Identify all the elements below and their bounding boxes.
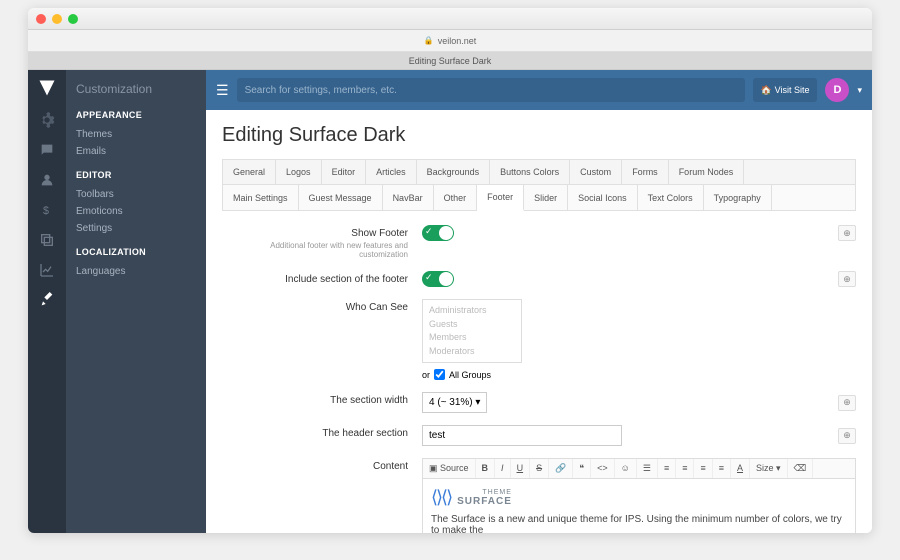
tab[interactable]: Editor [322, 160, 367, 184]
minimize-window-button[interactable] [52, 14, 62, 24]
plus-button[interactable]: ⊕ [838, 271, 856, 287]
surface-logo: ⟨⟩⟨⟩ THEMESURFACE [431, 487, 512, 508]
search-input[interactable] [237, 78, 745, 102]
sidebar-heading: APPEARANCE [76, 110, 196, 120]
rich-text-editor: ▣ Source B I U S 🔗 ❝ <> ☺ ☰ [422, 458, 856, 533]
list-ul-button[interactable]: ☰ [637, 459, 658, 478]
align-right-button[interactable]: ≡ [713, 459, 731, 478]
sidebar-item[interactable]: Emails [76, 143, 196, 160]
font-color-button[interactable]: A [731, 459, 750, 478]
content-text: The Surface is a new and unique theme fo… [431, 514, 847, 533]
underline-button[interactable]: U [511, 459, 531, 478]
avatar[interactable]: D [825, 78, 849, 102]
subtab[interactable]: Main Settings [223, 185, 299, 210]
plus-button[interactable]: ⊕ [838, 225, 856, 241]
align-left-button[interactable]: ≡ [676, 459, 694, 478]
subtab[interactable]: Other [434, 185, 478, 210]
subtab[interactable]: Social Icons [568, 185, 638, 210]
header-section-label: The header section [222, 428, 408, 439]
chevron-down-icon[interactable]: ▾ [857, 85, 862, 96]
lock-icon: 🔒 [424, 36, 434, 45]
top-bar: ☰ 🏠 Visit Site D ▾ [206, 70, 872, 110]
code-button[interactable]: <> [591, 459, 615, 478]
source-button[interactable]: ▣ Source [423, 459, 476, 478]
tab[interactable]: Backgrounds [417, 160, 491, 184]
tab[interactable]: Articles [366, 160, 417, 184]
tab[interactable]: Buttons Colors [490, 160, 570, 184]
emoji-button[interactable]: ☺ [615, 459, 637, 478]
bold-button[interactable]: B [476, 459, 496, 478]
show-footer-label: Show Footer [222, 228, 408, 239]
italic-button[interactable]: I [495, 459, 511, 478]
sidebar-item[interactable]: Languages [76, 263, 196, 280]
tab[interactable]: Custom [570, 160, 622, 184]
close-window-button[interactable] [36, 14, 46, 24]
sidebar-item[interactable]: Toolbars [76, 186, 196, 203]
visit-site-button[interactable]: 🏠 Visit Site [753, 78, 818, 102]
header-section-input[interactable] [422, 425, 622, 446]
sidebar-heading: LOCALIZATION [76, 247, 196, 257]
plus-button[interactable]: ⊕ [838, 395, 856, 411]
clear-button[interactable]: ⌫ [788, 459, 814, 478]
show-footer-toggle[interactable] [422, 225, 454, 241]
url-text: veilon.net [438, 36, 477, 46]
align-center-button[interactable]: ≡ [694, 459, 712, 478]
sidebar-item[interactable]: Emoticons [76, 203, 196, 220]
subtab[interactable]: Typography [704, 185, 772, 210]
tab-row-2: Main SettingsGuest MessageNavBarOtherFoo… [222, 185, 856, 211]
section-width-select[interactable]: 4 (~ 31%) ▾ [422, 392, 487, 413]
subtab[interactable]: Footer [477, 185, 524, 211]
maximize-window-button[interactable] [68, 14, 78, 24]
tab[interactable]: General [223, 160, 276, 184]
or-text: or [422, 370, 430, 380]
browser-tab[interactable]: Editing Surface Dark [28, 52, 872, 70]
link-button[interactable]: 🔗 [549, 459, 573, 478]
settings-sidebar: Customization APPEARANCE ThemesEmails EDIT… [66, 70, 206, 533]
tab[interactable]: Forum Nodes [669, 160, 745, 184]
all-groups-checkbox[interactable] [434, 369, 445, 380]
icon-rail: $ [28, 70, 66, 533]
svg-text:$: $ [43, 205, 49, 217]
chat-icon[interactable] [39, 142, 55, 158]
mac-titlebar [28, 8, 872, 30]
section-width-label: The section width [222, 395, 408, 406]
tab[interactable]: Logos [276, 160, 322, 184]
who-can-see-label: Who Can See [222, 302, 408, 313]
subtab[interactable]: NavBar [383, 185, 434, 210]
sidebar-item[interactable]: Settings [76, 220, 196, 237]
app-logo [37, 78, 57, 98]
include-section-label: Include section of the footer [222, 274, 408, 285]
content-label: Content [222, 461, 408, 472]
hamburger-icon[interactable]: ☰ [216, 82, 229, 99]
subtab[interactable]: Text Colors [638, 185, 704, 210]
size-button[interactable]: Size ▾ [750, 459, 788, 478]
sidebar-item[interactable]: Themes [76, 126, 196, 143]
strike-button[interactable]: S [530, 459, 549, 478]
all-groups-label: All Groups [449, 370, 491, 380]
browser-url-bar[interactable]: 🔒 veilon.net [28, 30, 872, 52]
user-icon[interactable] [39, 172, 55, 188]
include-section-toggle[interactable] [422, 271, 454, 287]
quote-button[interactable]: ❝ [573, 459, 591, 478]
gear-icon[interactable] [39, 112, 55, 128]
chart-icon[interactable] [39, 262, 55, 278]
show-footer-hint: Additional footer with new features and … [222, 241, 408, 259]
sidebar-heading: EDITOR [76, 170, 196, 180]
plus-button[interactable]: ⊕ [838, 428, 856, 444]
dollar-icon[interactable]: $ [39, 202, 55, 218]
brush-icon[interactable] [39, 292, 55, 308]
sidebar-title: Customization [76, 82, 196, 96]
subtab[interactable]: Slider [524, 185, 568, 210]
editor-body[interactable]: ⟨⟩⟨⟩ THEMESURFACE The Surface is a new a… [423, 479, 855, 533]
editor-toolbar: ▣ Source B I U S 🔗 ❝ <> ☺ ☰ [423, 459, 855, 479]
tab[interactable]: Forms [622, 160, 669, 184]
tab-title: Editing Surface Dark [409, 56, 492, 66]
list-ol-button[interactable]: ≡ [658, 459, 676, 478]
who-can-see-select[interactable]: AdministratorsGuestsMembersModerators [422, 299, 522, 363]
tab-row-1: GeneralLogosEditorArticlesBackgroundsBut… [222, 159, 856, 185]
copy-icon[interactable] [39, 232, 55, 248]
subtab[interactable]: Guest Message [299, 185, 383, 210]
page-title: Editing Surface Dark [222, 124, 856, 147]
